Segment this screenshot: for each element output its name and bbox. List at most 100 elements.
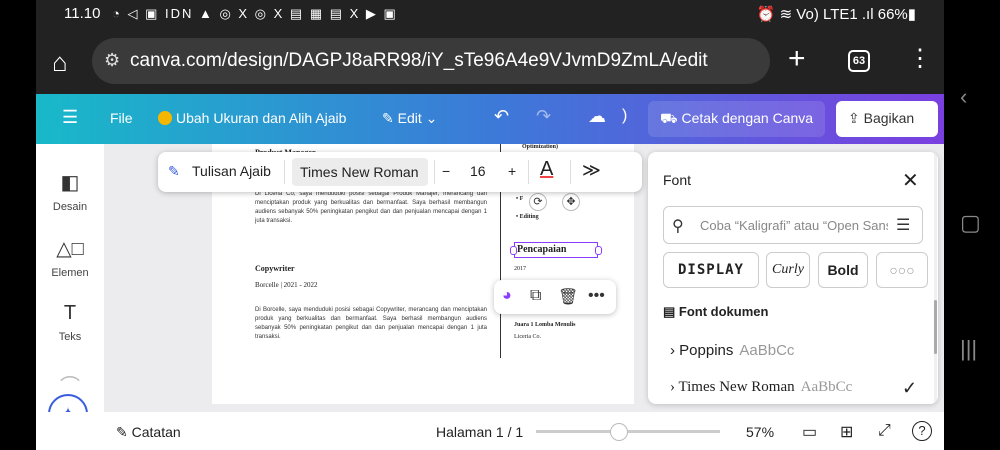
- job2-description[interactable]: Di Borcelle, saya menduduki posisi sebag…: [255, 306, 487, 342]
- panel-scrollbar-thumb[interactable]: [934, 300, 937, 354]
- share-icon: ⇪: [848, 110, 864, 126]
- skill-bullet[interactable]: • F: [516, 196, 523, 202]
- zoom-value[interactable]: 57%: [746, 424, 774, 440]
- url-text[interactable]: canva.com/design/DAGPJ8aRR98/iY_sTe96A4e…: [130, 50, 708, 72]
- sidebar-item-text[interactable]: T Teks: [36, 302, 104, 343]
- panel-scrollbar[interactable]: [934, 152, 937, 404]
- filter-icon[interactable]: ☰: [896, 215, 910, 235]
- share-label: Bagikan: [863, 110, 915, 126]
- tab-count-button[interactable]: 63: [848, 50, 870, 72]
- magic-write-button[interactable]: Tulisan Ajaib: [192, 163, 271, 179]
- page-indicator[interactable]: Halaman 1 / 1: [436, 424, 523, 440]
- system-navigation: ‹ ▢ |||: [944, 0, 1000, 450]
- text-color-button[interactable]: A: [540, 158, 553, 181]
- document-fonts-heading: ▤ Font dokumen: [663, 304, 768, 320]
- job2-title[interactable]: Copywriter: [255, 264, 295, 273]
- new-tab-icon[interactable]: +: [788, 44, 806, 74]
- site-settings-icon[interactable]: ⚙: [104, 50, 120, 71]
- page-view-icon[interactable]: ▭: [802, 422, 817, 442]
- device-screen: 11.10 ◔ ◁ ▣ IDN ▲ ◎ X ◎ X ▤ ▦ ▤ X ▶ ▣ ⏰ …: [0, 0, 1000, 450]
- resize-label: Ubah Ukuran dan Alih Ajaib: [176, 110, 347, 126]
- resize-handle-left[interactable]: [510, 246, 517, 255]
- redo-icon[interactable]: ↷: [536, 106, 551, 127]
- resize-handle-right[interactable]: [595, 246, 602, 255]
- magic-write-icon: ✎: [168, 163, 180, 179]
- grid-view-icon[interactable]: ⊞: [840, 422, 853, 442]
- font-chip-display[interactable]: DISPLAY: [663, 252, 759, 288]
- font-panel-title: Font: [663, 172, 692, 188]
- fullscreen-icon[interactable]: ⤢: [878, 422, 891, 440]
- job1-description[interactable]: Di Liceria Co, saya menduduki posisi seb…: [255, 190, 487, 226]
- help-icon[interactable]: ?: [912, 421, 932, 441]
- crown-icon: [158, 111, 172, 125]
- cloud-save-icon[interactable]: ☁: [588, 106, 606, 127]
- share-button[interactable]: ⇪ Bagikan: [836, 101, 938, 137]
- left-sidebar: ◧ Desain △□ Elemen T Teks ⌒: [36, 144, 104, 412]
- duplicate-icon[interactable]: ⧉: [530, 287, 541, 305]
- achievement-heading[interactable]: Pencapaian: [517, 244, 566, 255]
- file-menu-button[interactable]: File: [110, 110, 133, 126]
- achievement-year[interactable]: 2017: [514, 266, 526, 272]
- menu-icon[interactable]: ☰: [62, 107, 78, 128]
- skill-item[interactable]: Optimization): [522, 144, 558, 150]
- more-tools-icon[interactable]: ≫: [582, 160, 601, 181]
- browser-window: 11.10 ◔ ◁ ▣ IDN ▲ ◎ X ◎ X ▤ ▦ ▤ X ▶ ▣ ⏰ …: [36, 0, 944, 450]
- notes-button[interactable]: ✎ Catatan: [116, 424, 181, 441]
- text-icon: T: [63, 302, 77, 324]
- trash-icon[interactable]: 🗑: [558, 287, 578, 307]
- font-sample: AaBbCc: [739, 342, 795, 359]
- notes-icon: ✎: [116, 424, 132, 440]
- more-options-icon[interactable]: •••: [588, 287, 605, 305]
- document-fonts-label: Font dokumen: [678, 304, 769, 319]
- comment-add-icon[interactable]: ◕: [502, 287, 512, 305]
- job2-meta[interactable]: Borcelle | 2021 - 2022: [255, 281, 317, 289]
- home-nav-icon[interactable]: ▢: [960, 210, 981, 236]
- font-search-placeholder[interactable]: Coba “Kaligrafi” atau “Open Sans”: [700, 218, 888, 233]
- sidebar-item-design[interactable]: ◧ Desain: [36, 170, 104, 213]
- zoom-slider[interactable]: [536, 423, 720, 441]
- font-name: Poppins: [679, 342, 734, 359]
- edit-button[interactable]: ✎ Edit ⌄: [382, 110, 437, 127]
- font-family-dropdown[interactable]: Times New Roman: [292, 158, 428, 186]
- edit-label: Edit: [397, 110, 422, 126]
- recent-apps-icon[interactable]: |||: [960, 336, 977, 362]
- undo-icon[interactable]: ↶: [494, 106, 509, 127]
- font-option-times-new-roman[interactable]: › Times New Roman AaBbCc: [670, 379, 852, 396]
- move-icon[interactable]: ✥: [562, 193, 580, 211]
- font-chip-curly[interactable]: Curly: [766, 252, 810, 288]
- address-bar[interactable]: ⚙ canva.com/design/DAGPJ8aRR98/iY_sTe96A…: [92, 38, 770, 84]
- divider: [434, 160, 435, 184]
- font-chip-more[interactable]: ○○○: [876, 252, 928, 288]
- font-size-value[interactable]: 16: [470, 163, 486, 179]
- rotate-icon[interactable]: ⟳: [529, 193, 547, 211]
- font-size-increase[interactable]: +: [508, 163, 516, 179]
- font-search-input[interactable]: ⚲ Coba “Kaligrafi” atau “Open Sans” ☰: [663, 206, 923, 244]
- design-icon: ◧: [60, 172, 80, 194]
- font-panel: Font ✕ ⚲ Coba “Kaligrafi” atau “Open San…: [648, 152, 938, 404]
- print-with-canva-button[interactable]: ⛟ Cetak dengan Canva: [648, 101, 826, 137]
- achievement-org[interactable]: Liceria Co.: [514, 334, 541, 340]
- skill-bullet[interactable]: • Editing: [516, 214, 539, 220]
- canva-editor-toolbar: ☰ File Ubah Ukuran dan Alih Ajaib ✎ Edit…: [36, 94, 944, 144]
- font-option-poppins[interactable]: › Poppins AaBbCc: [670, 342, 794, 359]
- browser-menu-icon[interactable]: ⋮: [908, 44, 932, 74]
- selected-text-box[interactable]: Pencapaian: [510, 242, 602, 258]
- search-icon: ⚲: [672, 218, 684, 235]
- home-icon[interactable]: ⌂: [52, 48, 80, 76]
- achievement-title[interactable]: Juara 1 Lomba Menulis: [514, 322, 576, 328]
- back-icon[interactable]: ‹: [960, 84, 967, 110]
- close-icon[interactable]: ✕: [902, 168, 919, 193]
- bottom-bar: ✎ Catatan Halaman 1 / 1 57% ▭ ⊞ ⤢ ?: [36, 412, 944, 450]
- font-name: Times New Roman: [678, 379, 795, 395]
- font-size-decrease[interactable]: −: [442, 163, 450, 179]
- element-actions-toolbar: ◕ ⧉ 🗑 •••: [494, 280, 616, 314]
- notification-icons: ◔ ◁ ▣ IDN ▲ ◎ X ◎ X ▤ ▦ ▤ X ▶ ▣: [112, 6, 398, 21]
- print-label: Cetak dengan Canva: [681, 110, 814, 126]
- resize-button[interactable]: Ubah Ukuran dan Alih Ajaib: [158, 110, 346, 126]
- font-chip-bold[interactable]: Bold: [818, 252, 868, 288]
- checkmark-icon: ✓: [902, 378, 918, 398]
- notes-label: Catatan: [131, 424, 181, 440]
- document-icon: ▤: [663, 304, 679, 319]
- sidebar-item-elements[interactable]: △□ Elemen: [36, 236, 104, 279]
- zoom-slider-thumb[interactable]: [610, 423, 628, 441]
